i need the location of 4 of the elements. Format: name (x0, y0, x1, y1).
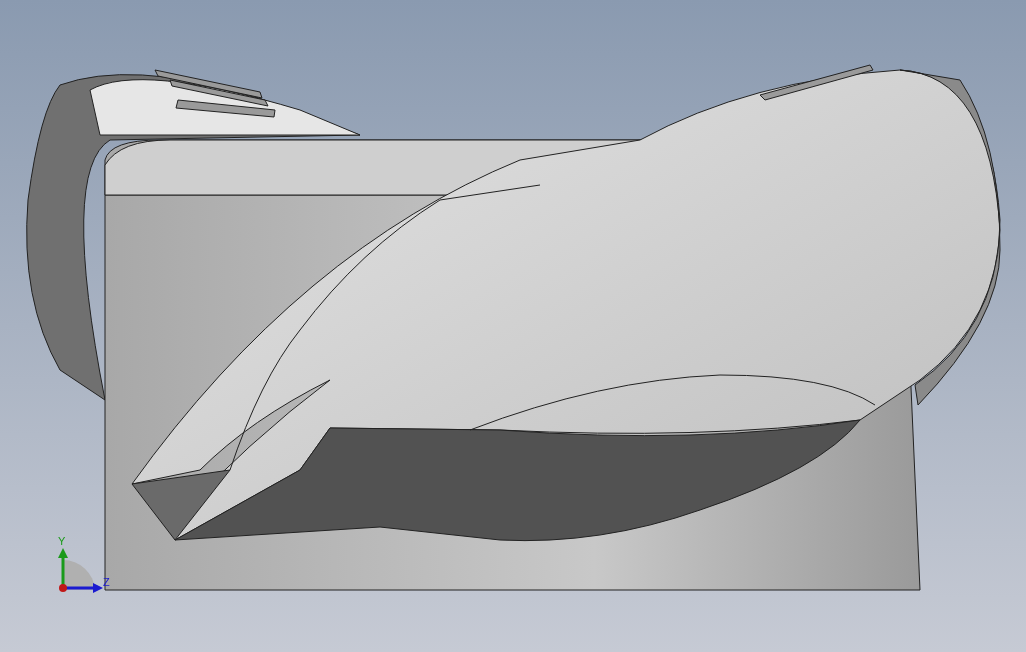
triad-background-icon (63, 560, 95, 590)
origin-icon (59, 584, 67, 592)
axis-label: Z (103, 576, 110, 588)
axis-label: Y (58, 535, 66, 547)
